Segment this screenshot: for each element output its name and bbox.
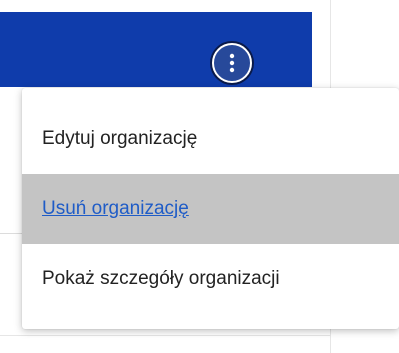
- menu-item-delete-organization[interactable]: Usuń organizację: [22, 174, 399, 244]
- header-bar: [0, 12, 312, 87]
- menu-item-label: Edytuj organizację: [42, 128, 198, 149]
- background-divider: [0, 335, 330, 336]
- menu-item-label: Usuń organizację: [42, 198, 189, 219]
- menu-item-show-organization-details[interactable]: Pokaż szczegóły organizacji: [22, 244, 399, 314]
- more-vertical-icon: [229, 53, 235, 73]
- organization-actions-menu: Edytuj organizację Usuń organizację Poka…: [22, 88, 399, 329]
- menu-item-edit-organization[interactable]: Edytuj organizację: [22, 104, 399, 174]
- menu-item-label: Pokaż szczegóły organizacji: [42, 268, 280, 289]
- screen: Edytuj organizację Usuń organizację Poka…: [0, 0, 399, 353]
- background-divider: [0, 233, 22, 234]
- more-options-button[interactable]: [212, 43, 252, 83]
